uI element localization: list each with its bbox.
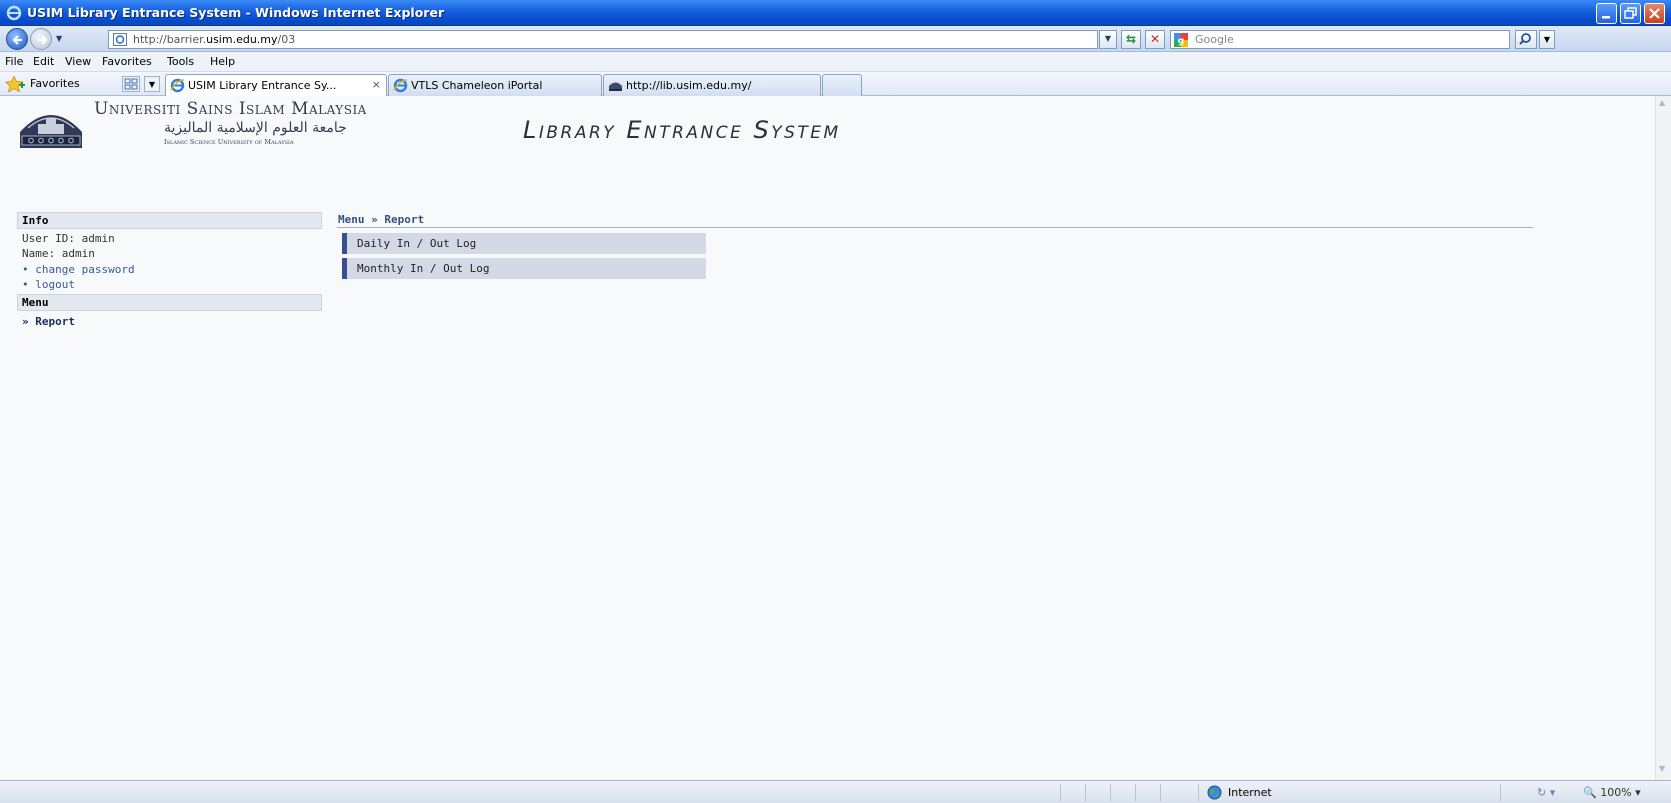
menu-favorites[interactable]: Favorites xyxy=(102,55,152,68)
internet-globe-icon xyxy=(1207,785,1222,800)
tab-lib-usim[interactable]: http://lib.usim.edu.my/ xyxy=(603,74,821,96)
stop-icon: ✕ xyxy=(1149,32,1161,46)
quick-tabs-icon xyxy=(124,78,138,90)
address-input[interactable]: http://barrier.usim.edu.my/03 xyxy=(108,30,1098,49)
url-domain: usim.edu.my xyxy=(206,33,278,46)
logout-link[interactable]: • logout xyxy=(22,278,75,291)
usim-emblem-icon xyxy=(20,115,82,148)
chevron-down-icon: ▼ xyxy=(1104,34,1112,43)
status-divider xyxy=(1500,784,1501,801)
window-titlebar: USIM Library Entrance System - Windows I… xyxy=(0,0,1671,26)
search-input[interactable]: g Google xyxy=(1170,30,1510,49)
university-logo: Universiti Sains Islam Malaysia جامعة ال… xyxy=(18,99,458,148)
refresh-icon: ⇆ xyxy=(1125,32,1137,46)
zoom-button[interactable]: 🔍 100% ▾ xyxy=(1583,786,1641,799)
ie-icon xyxy=(170,78,185,93)
university-name: Universiti Sains Islam Malaysia xyxy=(94,99,367,119)
menu-view[interactable]: View xyxy=(65,55,91,68)
tab-label: http://lib.usim.edu.my/ xyxy=(626,79,752,92)
forward-button[interactable] xyxy=(30,28,52,50)
refresh-button[interactable]: ⇆ xyxy=(1121,30,1141,49)
svg-text:g: g xyxy=(1178,37,1184,47)
vertical-scrollbar[interactable]: ▲ ▼ xyxy=(1655,96,1671,780)
bullet-icon: • xyxy=(22,263,29,276)
search-placeholder: Google xyxy=(1195,33,1234,46)
back-arrow-icon xyxy=(12,35,22,45)
logout-label: logout xyxy=(35,278,75,291)
restore-button[interactable] xyxy=(1620,3,1641,24)
menu-heading: Menu xyxy=(17,294,322,311)
window-title: USIM Library Entrance System - Windows I… xyxy=(27,5,445,20)
status-bar: Internet ↻ ▾ 🔍 100% ▾ xyxy=(0,780,1671,803)
breadcrumb-divider xyxy=(337,227,1533,228)
forward-arrow-icon xyxy=(38,35,48,45)
university-subtitle: Islamic Science University of Malaysia xyxy=(164,138,294,146)
change-password-link[interactable]: • change password xyxy=(22,263,135,276)
tab-list-dropdown[interactable]: ▼ xyxy=(144,76,160,92)
page-icon xyxy=(113,33,127,46)
minimize-icon xyxy=(1602,16,1610,19)
page-viewport: Universiti Sains Islam Malaysia جامعة ال… xyxy=(0,96,1655,780)
status-divider xyxy=(1135,784,1136,801)
status-divider xyxy=(1110,784,1111,801)
back-button[interactable] xyxy=(6,28,28,50)
google-icon: g xyxy=(1174,33,1188,47)
status-divider xyxy=(1085,784,1086,801)
menu-file[interactable]: File xyxy=(5,55,23,68)
zoom-level: 100% xyxy=(1600,786,1632,799)
search-options-dropdown[interactable]: ▼ xyxy=(1539,30,1555,49)
tab-vtls-chameleon[interactable]: VTLS Chameleon iPortal xyxy=(388,74,602,96)
favorites-button-label[interactable]: Favorites xyxy=(30,77,80,90)
url-suffix: /03 xyxy=(277,33,296,46)
scroll-up-icon[interactable]: ▲ xyxy=(1659,98,1665,107)
status-divider xyxy=(1060,784,1061,801)
new-tab-button[interactable] xyxy=(822,74,862,96)
close-tab-button[interactable]: × xyxy=(372,78,381,91)
address-toolbar: ▼ http://barrier.usim.edu.my/03 ▼ ⇆ ✕ g … xyxy=(0,26,1671,52)
monthly-log-link[interactable]: Monthly In / Out Log xyxy=(342,258,706,279)
scroll-down-icon[interactable]: ▼ xyxy=(1659,764,1665,773)
daily-log-link[interactable]: Daily In / Out Log xyxy=(342,233,706,254)
system-title: Library Entrance System xyxy=(523,116,841,144)
close-icon xyxy=(1649,8,1660,19)
ie-icon xyxy=(6,5,22,21)
search-button[interactable] xyxy=(1515,30,1537,49)
search-icon xyxy=(1519,33,1531,45)
ie-icon xyxy=(393,78,408,93)
close-window-button[interactable] xyxy=(1644,3,1665,24)
quick-tabs-button[interactable] xyxy=(122,76,140,92)
user-id-label: User ID: admin xyxy=(22,232,115,245)
status-divider xyxy=(1198,784,1199,801)
menu-help[interactable]: Help xyxy=(210,55,235,68)
status-divider xyxy=(1160,784,1161,801)
menu-edit[interactable]: Edit xyxy=(33,55,54,68)
protected-mode-button[interactable]: ↻ ▾ xyxy=(1537,786,1555,799)
library-icon xyxy=(609,82,622,91)
protected-mode-icon: ↻ xyxy=(1537,786,1547,799)
minimize-button[interactable] xyxy=(1596,3,1617,24)
security-zone-label: Internet xyxy=(1228,786,1272,799)
tab-label: USIM Library Entrance Sy... xyxy=(188,79,337,92)
zoom-icon: 🔍 xyxy=(1583,786,1597,799)
university-name-arabic: جامعة العلوم الإسلامية الماليزية xyxy=(164,120,347,136)
menu-tools[interactable]: Tools xyxy=(167,55,194,68)
stop-button[interactable]: ✕ xyxy=(1145,30,1165,49)
recent-pages-dropdown[interactable]: ▼ xyxy=(56,34,62,43)
bullet-icon: • xyxy=(22,278,29,291)
address-dropdown-button[interactable]: ▼ xyxy=(1099,30,1117,49)
info-heading: Info xyxy=(17,212,322,229)
url-prefix: http://barrier. xyxy=(133,33,207,46)
breadcrumb: Menu » Report xyxy=(338,213,425,226)
favorites-star-icon[interactable] xyxy=(5,76,27,92)
menu-bar: File Edit View Favorites Tools Help xyxy=(0,52,1671,72)
restore-icon xyxy=(1624,7,1637,19)
favorites-bar: Favorites ▼ USIM Library Entrance Sy... … xyxy=(0,72,1671,97)
tab-usim-library[interactable]: USIM Library Entrance Sy... × xyxy=(165,74,387,97)
sidebar-item-report[interactable]: » Report xyxy=(22,315,75,328)
user-name-label: Name: admin xyxy=(22,247,95,260)
tab-label: VTLS Chameleon iPortal xyxy=(411,79,543,92)
change-password-label: change password xyxy=(35,263,135,276)
